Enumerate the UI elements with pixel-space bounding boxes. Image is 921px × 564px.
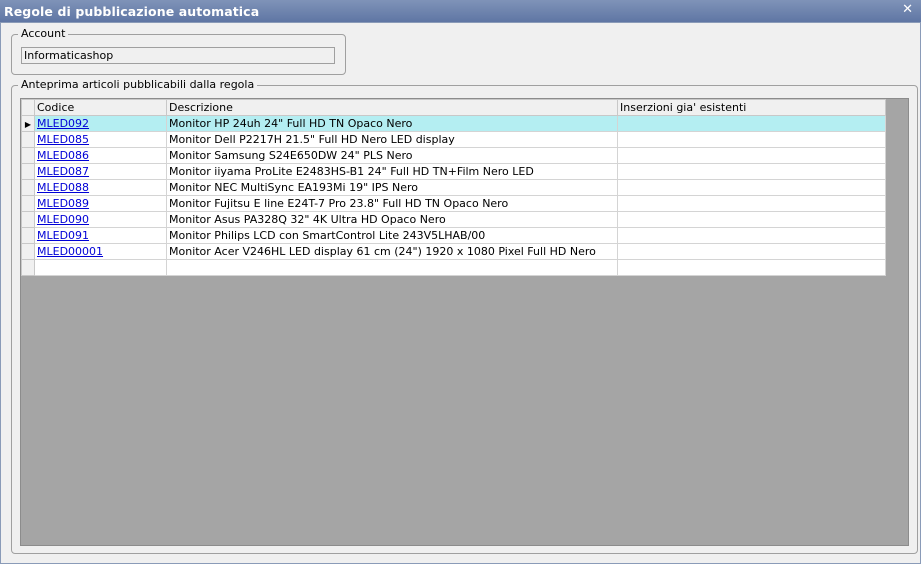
cell-descrizione[interactable]: Monitor Asus PA328Q 32" 4K Ultra HD Opac… — [166, 211, 618, 228]
cell-codice[interactable]: MLED086 — [34, 147, 167, 164]
codice-link[interactable]: MLED087 — [37, 165, 89, 178]
table-row[interactable]: MLED089 Monitor Fujitsu E line E24T-7 Pr… — [21, 195, 886, 212]
articles-table: Codice Descrizione Inserzioni gia' esist… — [21, 99, 886, 276]
cell-descrizione[interactable]: Monitor HP 24uh 24" Full HD TN Opaco Ner… — [166, 115, 618, 132]
current-row-arrow-icon: ▶ — [24, 120, 32, 129]
row-indicator[interactable] — [21, 259, 35, 276]
codice-link[interactable]: MLED092 — [37, 117, 89, 130]
codice-link[interactable]: MLED00001 — [37, 245, 103, 258]
table-row[interactable]: MLED090 Monitor Asus PA328Q 32" 4K Ultra… — [21, 211, 886, 228]
codice-link[interactable]: MLED089 — [37, 197, 89, 210]
codice-link[interactable]: MLED090 — [37, 213, 89, 226]
title-bar: Regole di pubblicazione automatica ✕ — [0, 0, 921, 22]
window-title: Regole di pubblicazione automatica — [4, 4, 260, 19]
codice-link[interactable]: MLED086 — [37, 149, 89, 162]
account-field[interactable]: Informaticashop — [21, 47, 335, 64]
row-indicator[interactable] — [21, 131, 35, 148]
cell-codice[interactable]: MLED090 — [34, 211, 167, 228]
cell-codice[interactable]: MLED088 — [34, 179, 167, 196]
cell-codice[interactable] — [34, 259, 167, 276]
cell-codice[interactable]: MLED087 — [34, 163, 167, 180]
cell-codice[interactable]: MLED092 — [34, 115, 167, 132]
row-indicator[interactable] — [21, 147, 35, 164]
cell-inserzioni[interactable] — [617, 163, 886, 180]
account-group: Account Informaticashop — [11, 27, 346, 75]
preview-legend: Anteprima articoli pubblicabili dalla re… — [18, 78, 258, 91]
cell-descrizione[interactable] — [166, 259, 618, 276]
window-body: Account Informaticashop Anteprima artico… — [0, 22, 921, 564]
table-row[interactable]: ▶ MLED092 Monitor HP 24uh 24" Full HD TN… — [21, 115, 886, 132]
cell-inserzioni[interactable] — [617, 131, 886, 148]
table-row[interactable]: MLED091 Monitor Philips LCD con SmartCon… — [21, 227, 886, 244]
table-row[interactable]: MLED00001 Monitor Acer V246HL LED displa… — [21, 243, 886, 260]
table-row[interactable]: MLED085 Monitor Dell P2217H 21.5" Full H… — [21, 131, 886, 148]
cell-inserzioni[interactable] — [617, 227, 886, 244]
table-row[interactable]: MLED087 Monitor iiyama ProLite E2483HS-B… — [21, 163, 886, 180]
table-row[interactable]: MLED086 Monitor Samsung S24E650DW 24" PL… — [21, 147, 886, 164]
column-header-codice[interactable]: Codice — [34, 99, 167, 116]
cell-inserzioni[interactable] — [617, 115, 886, 132]
row-indicator[interactable] — [21, 211, 35, 228]
header-row: Codice Descrizione Inserzioni gia' esist… — [21, 99, 886, 116]
cell-descrizione[interactable]: Monitor iiyama ProLite E2483HS-B1 24" Fu… — [166, 163, 618, 180]
cell-inserzioni[interactable] — [617, 179, 886, 196]
row-indicator[interactable]: ▶ — [21, 115, 35, 132]
cell-descrizione[interactable]: Monitor NEC MultiSync EA193Mi 19" IPS Ne… — [166, 179, 618, 196]
cell-inserzioni[interactable] — [617, 195, 886, 212]
cell-codice[interactable]: MLED00001 — [34, 243, 167, 260]
cell-descrizione[interactable]: Monitor Dell P2217H 21.5" Full HD Nero L… — [166, 131, 618, 148]
row-indicator[interactable] — [21, 163, 35, 180]
column-header-descrizione[interactable]: Descrizione — [166, 99, 618, 116]
cell-descrizione[interactable]: Monitor Fujitsu E line E24T-7 Pro 23.8" … — [166, 195, 618, 212]
cell-inserzioni[interactable] — [617, 259, 886, 276]
cell-codice[interactable]: MLED089 — [34, 195, 167, 212]
cell-inserzioni[interactable] — [617, 211, 886, 228]
codice-link[interactable]: MLED088 — [37, 181, 89, 194]
close-icon[interactable]: ✕ — [902, 2, 913, 17]
cell-descrizione[interactable]: Monitor Samsung S24E650DW 24" PLS Nero — [166, 147, 618, 164]
row-indicator[interactable] — [21, 243, 35, 260]
cell-codice[interactable]: MLED091 — [34, 227, 167, 244]
cell-codice[interactable]: MLED085 — [34, 131, 167, 148]
cell-inserzioni[interactable] — [617, 147, 886, 164]
table-row[interactable]: MLED088 Monitor NEC MultiSync EA193Mi 19… — [21, 179, 886, 196]
row-indicator[interactable] — [21, 179, 35, 196]
row-indicator[interactable] — [21, 227, 35, 244]
row-indicator-header — [21, 99, 35, 116]
new-row[interactable] — [21, 259, 886, 276]
preview-group: Anteprima articoli pubblicabili dalla re… — [11, 78, 918, 554]
column-header-inserzioni[interactable]: Inserzioni gia' esistenti — [617, 99, 886, 116]
cell-descrizione[interactable]: Monitor Acer V246HL LED display 61 cm (2… — [166, 243, 618, 260]
account-legend: Account — [18, 27, 69, 40]
cell-descrizione[interactable]: Monitor Philips LCD con SmartControl Lit… — [166, 227, 618, 244]
codice-link[interactable]: MLED091 — [37, 229, 89, 242]
cell-inserzioni[interactable] — [617, 243, 886, 260]
articles-grid[interactable]: Codice Descrizione Inserzioni gia' esist… — [20, 98, 909, 546]
codice-link[interactable]: MLED085 — [37, 133, 89, 146]
row-indicator[interactable] — [21, 195, 35, 212]
